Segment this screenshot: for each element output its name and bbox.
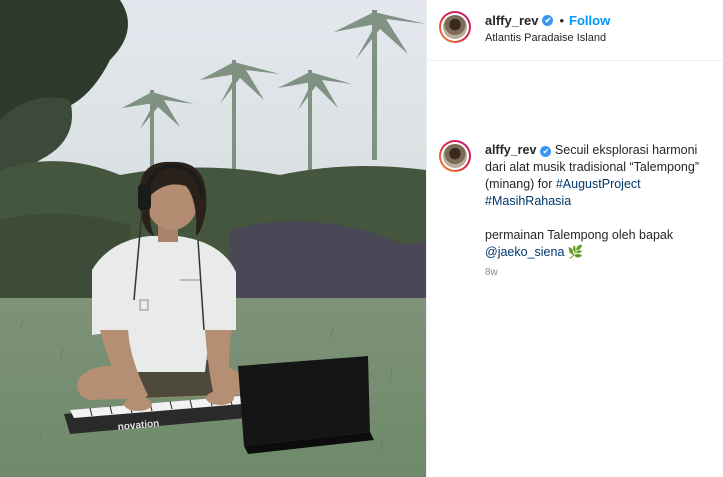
caption-username[interactable]: alffy_rev <box>485 143 536 157</box>
post-image[interactable]: novation <box>0 0 426 477</box>
photo-scene: novation <box>0 0 426 477</box>
author-username[interactable]: alffy_rev <box>485 13 538 28</box>
caption-avatar[interactable] <box>439 140 471 172</box>
leaf-emoji-icon: 🌿 <box>567 245 584 259</box>
author-line: alffy_rev ✔ • Follow <box>485 13 610 28</box>
verified-badge-icon: ✔ <box>542 15 554 26</box>
post-sidebar: alffy_rev ✔ • Follow Atlantis Paradaise … <box>426 0 723 477</box>
hashtag-masihrahasia[interactable]: #MasihRahasia <box>485 194 571 208</box>
caption-paragraph-2: permainan Talempong oleh bapak @jaeko_si… <box>485 227 715 261</box>
caption-text: alffy_rev ✔ Secuil eksplorasi harmoni dar… <box>485 142 715 261</box>
separator-dot: • <box>559 13 565 28</box>
post-timestamp[interactable]: 8w <box>485 267 498 278</box>
mention-jaeko-siena[interactable]: @jaeko_siena <box>485 245 564 259</box>
author-avatar[interactable] <box>439 11 471 43</box>
caption-verified-icon: ✔ <box>540 146 552 157</box>
caption-body-2: permainan Talempong oleh bapak <box>485 228 674 242</box>
laptop <box>238 356 374 454</box>
hashtag-augustproject[interactable]: #AugustProject <box>556 177 641 191</box>
post-location[interactable]: Atlantis Paradaise Island <box>485 32 606 44</box>
post-header: alffy_rev ✔ • Follow Atlantis Paradaise … <box>427 0 723 61</box>
follow-button[interactable]: Follow <box>569 13 610 28</box>
